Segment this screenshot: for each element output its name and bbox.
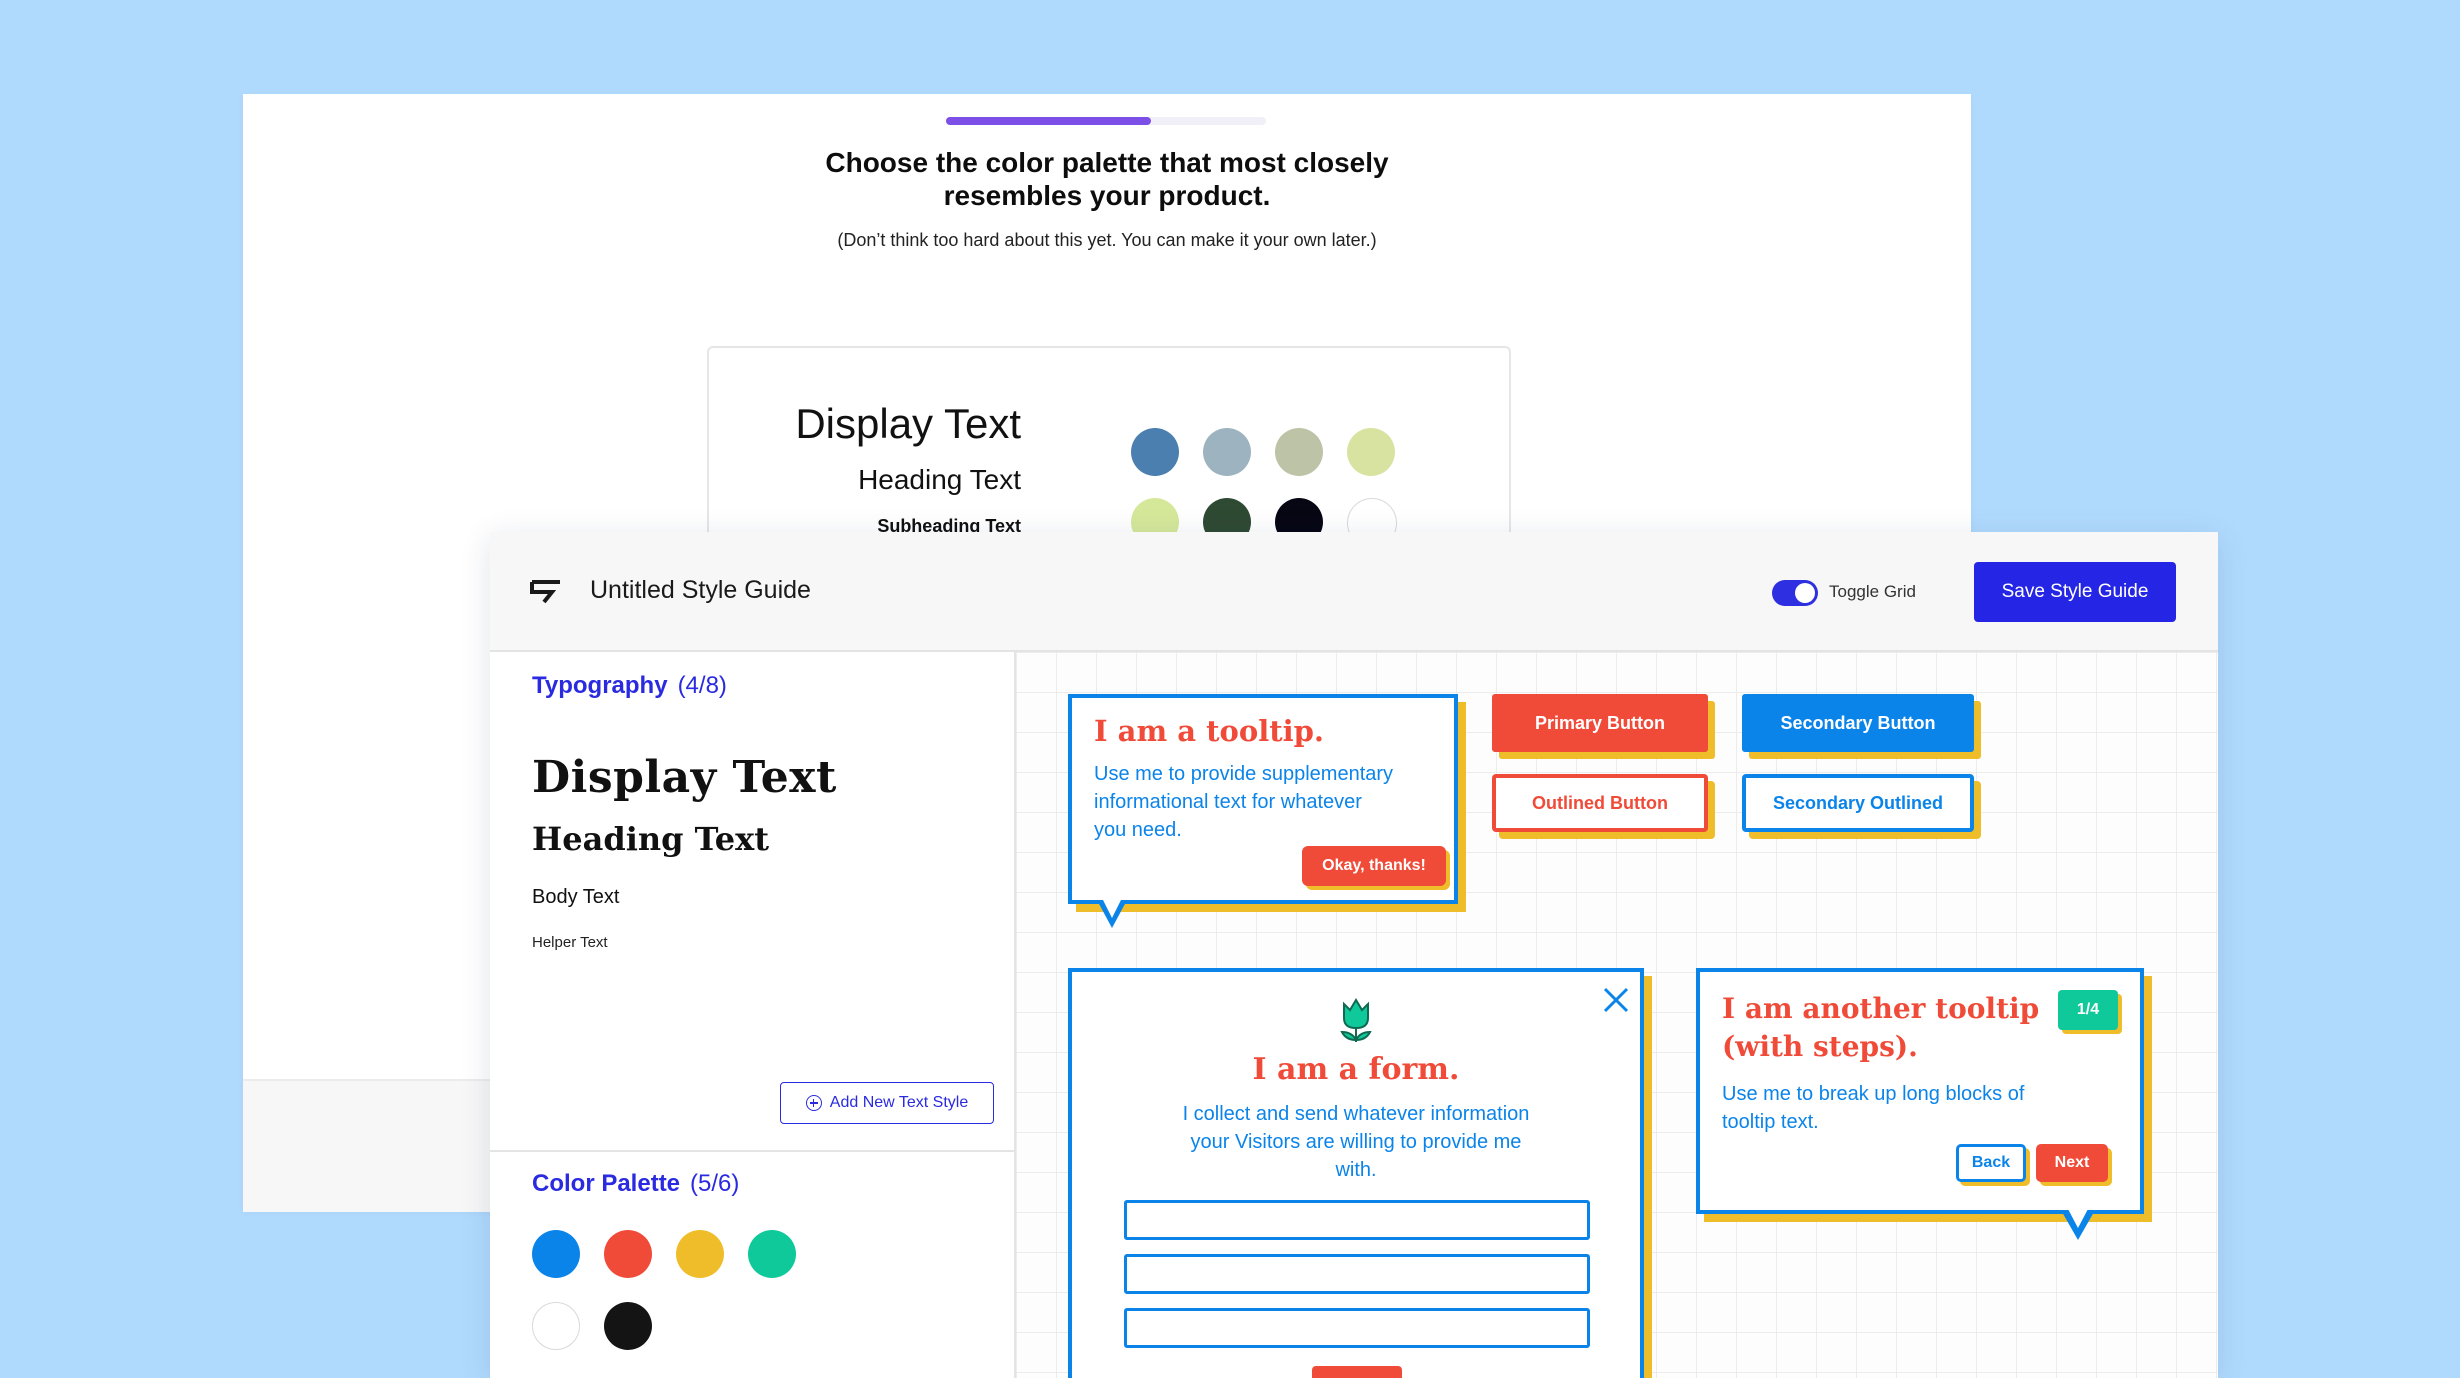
- outlined-button-preview[interactable]: Outlined Button: [1492, 774, 1708, 832]
- onboarding-title-line2: resembles your product.: [943, 180, 1271, 211]
- preview-color-swatch: [1347, 428, 1395, 476]
- back-button[interactable]: Back: [1956, 1144, 2026, 1182]
- form-input-field[interactable]: [1124, 1308, 1590, 1348]
- form-title: I am a form.: [1252, 1052, 1460, 1087]
- onboarding-footer: [243, 1079, 493, 1212]
- onboarding-subtitle: (Don’t think too hard about this yet. Yo…: [837, 230, 1377, 250]
- toggle-grid-label: Toggle Grid: [1829, 582, 1916, 601]
- tooltip-body-line: you need.: [1094, 819, 1182, 841]
- close-icon[interactable]: [1602, 986, 1630, 1014]
- palette-swatch[interactable]: [532, 1230, 580, 1278]
- toggle-knob: [1795, 583, 1815, 603]
- plus-circle-icon: [805, 1095, 822, 1111]
- steps-tooltip-preview[interactable]: I am another tooltip (with steps). 1/4 U…: [1696, 968, 2144, 1214]
- form-input-field[interactable]: [1124, 1254, 1590, 1294]
- palette-swatch[interactable]: [748, 1230, 796, 1278]
- typography-title: Typography: [532, 672, 668, 699]
- style-guide-title[interactable]: Untitled Style Guide: [590, 576, 811, 605]
- form-input-field[interactable]: [1124, 1200, 1590, 1240]
- preview-display-text: Display Text: [795, 400, 1021, 447]
- top-bar: Untitled Style Guide Toggle Grid Save St…: [490, 532, 2218, 652]
- add-text-style-label: Add New Text Style: [829, 1094, 969, 1111]
- form-description-line: I collect and send whatever information: [1182, 1103, 1530, 1125]
- progress-bar: [946, 117, 1266, 125]
- color-palette-count: (5/6): [690, 1170, 740, 1197]
- typography-count: (4/8): [677, 672, 727, 699]
- palette-swatch[interactable]: [604, 1230, 652, 1278]
- secondary-outlined-button-preview[interactable]: Secondary Outlined: [1742, 774, 1974, 832]
- primary-button-preview[interactable]: Primary Button: [1492, 694, 1708, 752]
- preview-color-swatch: [1131, 428, 1179, 476]
- add-text-style-button[interactable]: Add New Text Style: [780, 1082, 994, 1124]
- form-description: I collect and send whatever information …: [1072, 1100, 1640, 1184]
- preview-heading-text: Heading Text: [858, 464, 1021, 495]
- tooltip-preview[interactable]: I am a tooltip. Use me to provide supple…: [1068, 694, 1458, 904]
- palette-swatch[interactable]: [532, 1302, 580, 1350]
- next-button[interactable]: Next: [2036, 1144, 2108, 1182]
- form-preview: I am a form. I collect and send whatever…: [1068, 968, 1644, 1378]
- steps-tooltip-title-line: (with steps).: [1722, 1030, 1918, 1063]
- app-logo-icon[interactable]: [530, 578, 562, 606]
- step-counter-badge: 1/4: [2058, 990, 2118, 1030]
- tooltip-body: Use me to provide supplementary informat…: [1094, 760, 1393, 844]
- okay-thanks-button[interactable]: Okay, thanks!: [1302, 846, 1446, 886]
- palette-swatch[interactable]: [604, 1302, 652, 1350]
- steps-tooltip-title-line: I am another tooltip: [1722, 992, 2040, 1025]
- steps-tooltip-title: I am another tooltip (with steps).: [1722, 990, 2039, 1066]
- tulip-icon: [1340, 998, 1372, 1042]
- save-style-guide-button[interactable]: Save Style Guide: [1974, 562, 2176, 622]
- style-preview-canvas: I am a tooltip. Use me to provide supple…: [1016, 652, 2218, 1378]
- steps-tooltip-body-line: Use me to break up long blocks of: [1722, 1083, 2025, 1105]
- progress-bar-fill: [946, 117, 1151, 125]
- sidebar: Typography (4/8) Display Text Heading Tex…: [490, 652, 1016, 1378]
- form-description-line: your Visitors are willing to provide me: [1190, 1131, 1522, 1153]
- typography-body-text[interactable]: Body Text: [532, 886, 619, 909]
- steps-tooltip-pointer-fill: [2068, 1209, 2088, 1228]
- style-guide-window: Untitled Style Guide Toggle Grid Save St…: [490, 532, 2218, 1378]
- sidebar-divider: [490, 1150, 1014, 1152]
- tooltip-pointer-fill: [1103, 900, 1121, 918]
- typography-heading-text[interactable]: Heading Text: [532, 820, 769, 858]
- toggle-grid-switch[interactable]: [1772, 580, 1818, 606]
- form-description-line: with.: [1335, 1159, 1377, 1181]
- typography-helper-text[interactable]: Helper Text: [532, 934, 608, 951]
- secondary-button-preview[interactable]: Secondary Button: [1742, 694, 1974, 752]
- steps-tooltip-body-line: tooltip text.: [1722, 1111, 1819, 1133]
- color-palette-section-title: Color Palette (5/6): [532, 1170, 739, 1198]
- onboarding-title-line1: Choose the color palette that most close…: [825, 147, 1389, 178]
- tooltip-body-line: Use me to provide supplementary: [1094, 763, 1394, 785]
- preview-color-swatch: [1203, 428, 1251, 476]
- form-submit-button[interactable]: [1312, 1366, 1402, 1378]
- color-palette-title: Color Palette: [532, 1170, 681, 1197]
- onboarding-title: Choose the color palette that most close…: [807, 146, 1407, 212]
- steps-tooltip-body: Use me to break up long blocks of toolti…: [1722, 1080, 2024, 1136]
- tooltip-title: I am a tooltip.: [1094, 714, 1325, 748]
- typography-display-text[interactable]: Display Text: [532, 752, 837, 803]
- typography-section-title: Typography (4/8): [532, 672, 727, 700]
- preview-color-swatch: [1275, 428, 1323, 476]
- tooltip-body-line: informational text for whatever: [1094, 791, 1362, 813]
- palette-swatch[interactable]: [676, 1230, 724, 1278]
